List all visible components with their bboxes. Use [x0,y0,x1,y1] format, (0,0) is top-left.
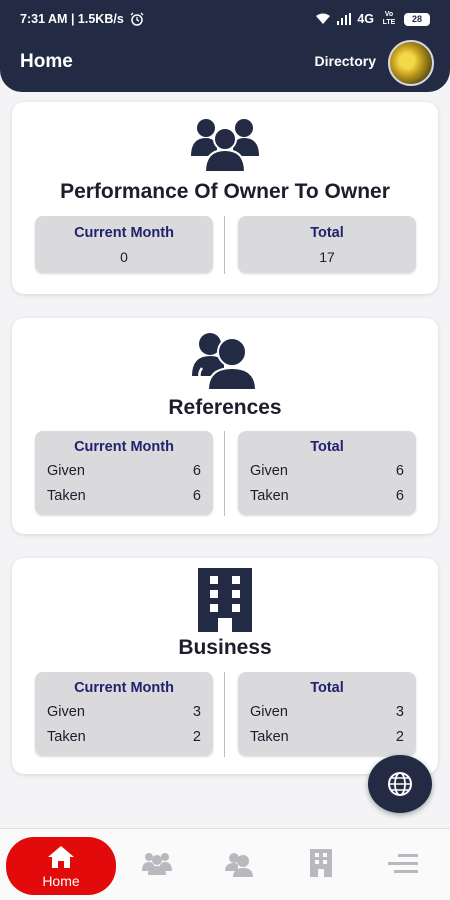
taken-value: 6 [192,488,201,504]
given-label: Given [250,463,288,479]
wifi-icon [316,13,331,24]
nav-references-icon[interactable] [225,851,253,877]
taken-label: Taken [250,488,289,504]
given-value: 3 [395,704,404,720]
taken-label: Taken [47,729,86,745]
page-title: Home [20,51,73,72]
nav-home-button[interactable]: Home [6,837,116,895]
current-month-box: Current Month Given 6 Taken 6 [35,431,213,515]
total-value: 17 [319,249,335,265]
given-label: Given [250,704,288,720]
battery-level: 28 [411,14,422,24]
references-icon [192,333,258,390]
taken-value: 2 [192,729,201,745]
taken-value: 6 [395,488,404,504]
taken-label: Taken [250,729,289,745]
battery-icon: 28 [404,12,430,26]
total-box: Total Given 3 Taken 2 [238,672,416,756]
nav-menu-icon[interactable] [388,854,418,874]
app-header: 7:31 AM | 1.5KB/s 4G Vo LTE 28 Home Dire… [0,0,450,92]
given-value: 3 [192,704,201,720]
given-label: Given [47,704,85,720]
avatar[interactable] [388,40,434,86]
globe-icon [388,772,412,796]
total-box: Total Given 6 Taken 6 [238,431,416,515]
taken-row: Taken 6 [35,488,213,504]
status-bar: 7:31 AM | 1.5KB/s 4G Vo LTE 28 [20,10,430,28]
given-row: Given 3 [238,704,416,720]
current-month-label: Current Month [74,439,174,455]
nav-home-label: Home [42,873,80,889]
divider [224,216,225,274]
status-time: 7:31 AM | 1.5KB/s [20,12,124,26]
current-month-label: Current Month [74,225,174,241]
total-label: Total [310,439,344,455]
taken-row: Taken 6 [238,488,416,504]
globe-fab-button[interactable] [368,755,432,813]
alarm-icon [130,12,144,26]
card-title: Performance Of Owner To Owner [60,180,390,203]
card-title: Business [178,636,272,659]
total-box: Total 17 [238,216,416,273]
total-label: Total [310,680,344,696]
given-label: Given [47,463,85,479]
given-row: Given 6 [238,463,416,479]
total-label: Total [310,225,344,241]
taken-value: 2 [395,729,404,745]
nav-members-icon[interactable] [142,851,172,875]
current-month-label: Current Month [74,680,174,696]
signal-icon [337,13,352,25]
taken-label: Taken [47,488,86,504]
directory-link[interactable]: Directory [315,53,376,69]
bottom-nav: Home [0,828,450,900]
owner-performance-card: Performance Of Owner To Owner Current Mo… [12,102,438,294]
building-icon [198,568,252,632]
current-month-box: Current Month 0 [35,216,213,273]
network-type: 4G [357,12,374,26]
taken-row: Taken 2 [238,729,416,745]
taken-row: Taken 2 [35,729,213,745]
business-card: Business Current Month Given 3 Taken 2 T… [12,558,438,774]
given-row: Given 3 [35,704,213,720]
given-row: Given 6 [35,463,213,479]
current-month-value: 0 [120,249,128,265]
given-value: 6 [192,463,201,479]
nav-business-icon[interactable] [310,849,332,877]
volte-indicator: Vo LTE [382,11,396,26]
given-value: 6 [395,463,404,479]
references-card: References Current Month Given 6 Taken 6… [12,318,438,534]
home-icon [48,846,74,868]
people-group-icon [191,119,259,172]
divider [224,672,225,757]
card-title: References [168,396,282,419]
divider [224,431,225,516]
current-month-box: Current Month Given 3 Taken 2 [35,672,213,756]
